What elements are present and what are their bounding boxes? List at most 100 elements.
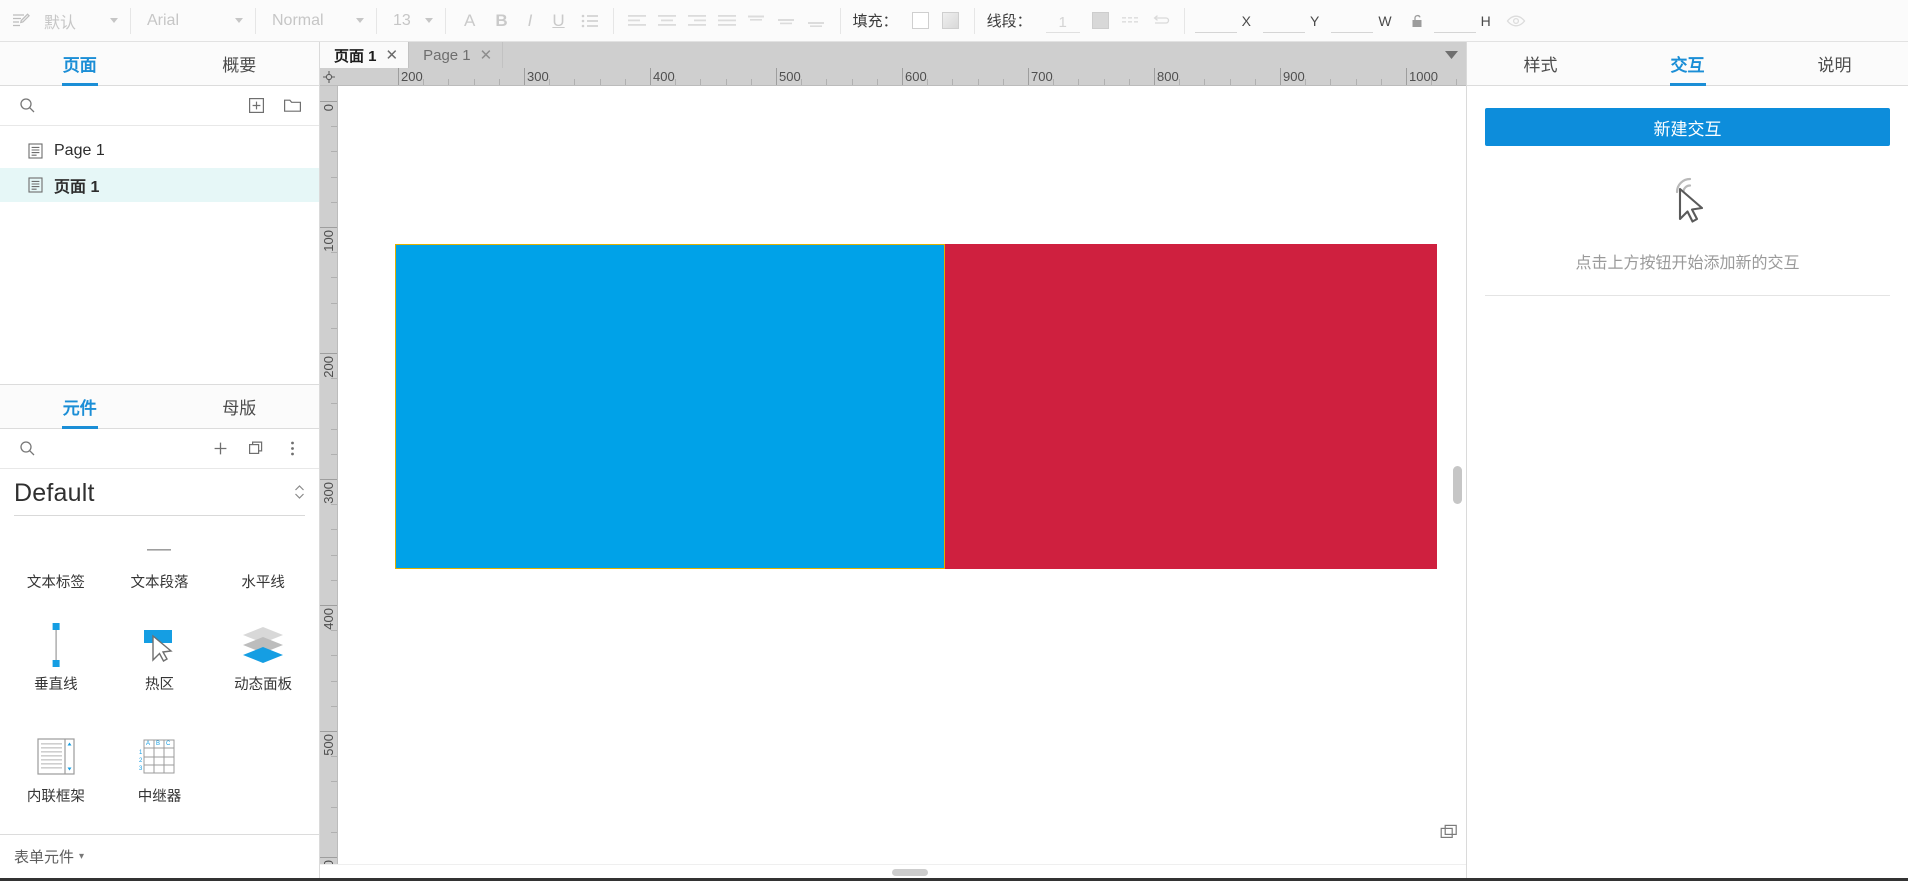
axure-app-window: 默认 Arial Normal 13 A B I U 填充： 线段： 1 X Y…	[0, 0, 1908, 881]
tab-outline[interactable]: 概要	[160, 42, 320, 85]
tab-widgets[interactable]: 元件	[0, 385, 160, 428]
h-property[interactable]: H	[1433, 9, 1501, 33]
h-label: H	[1480, 12, 1491, 29]
tab-interactions[interactable]: 交互	[1614, 42, 1761, 85]
line-width-input[interactable]: 1	[1045, 9, 1080, 33]
widget-vertical-line[interactable]: 垂直线	[4, 611, 108, 707]
widget-repeater[interactable]: ABC 1 2 3 中继器	[108, 723, 212, 819]
font-color-button[interactable]: A	[454, 11, 485, 31]
style-preset-select[interactable]: 默认	[36, 7, 122, 35]
w-property[interactable]: W	[1331, 9, 1401, 33]
w-input[interactable]	[1331, 9, 1374, 33]
close-icon[interactable]: ✕	[386, 46, 399, 64]
blue-rectangle[interactable]	[395, 244, 945, 569]
tab-pages[interactable]: 页面	[0, 42, 160, 85]
tab-style[interactable]: 样式	[1467, 42, 1614, 85]
widget-hotspot[interactable]: 热区	[108, 611, 212, 707]
tab-masters[interactable]: 母版	[160, 385, 320, 428]
doc-tab-label: 页面 1	[334, 47, 377, 65]
ruler-tick-minor	[1456, 79, 1458, 85]
doc-tab-page-1[interactable]: Page 1 ✕	[409, 42, 504, 68]
fill-gradient-swatch[interactable]	[936, 6, 966, 36]
align-left-icon[interactable]	[622, 6, 652, 36]
red-rectangle[interactable]	[945, 244, 1437, 569]
line-label: 线段：	[986, 13, 1032, 30]
align-center-icon[interactable]	[652, 6, 682, 36]
widget-inline-frame[interactable]: 内联框架	[4, 723, 108, 819]
search-icon[interactable]	[14, 93, 40, 119]
bold-button[interactable]: B	[485, 11, 517, 31]
toolbar-divider	[130, 7, 131, 34]
font-family-select[interactable]: Arial	[139, 7, 247, 35]
copy-icon[interactable]	[243, 436, 269, 462]
scrollbar-thumb[interactable]	[892, 869, 928, 876]
widget-horizontal-line[interactable]: 水平线	[211, 522, 315, 594]
tab-notes-label: 说明	[1817, 56, 1852, 75]
add-folder-icon[interactable]	[279, 93, 305, 119]
font-style-select[interactable]: Normal	[264, 7, 368, 35]
h-input[interactable]	[1433, 9, 1476, 33]
design-canvas[interactable]	[338, 86, 1466, 864]
y-property[interactable]: Y	[1263, 9, 1329, 33]
ruler-tick-minor	[1305, 79, 1307, 85]
x-input[interactable]	[1194, 9, 1237, 33]
ruler-tick-minor	[331, 781, 337, 783]
chevron-updown-icon[interactable]	[294, 483, 305, 504]
add-page-icon[interactable]	[243, 93, 269, 119]
doc-tab-yemian-1[interactable]: 页面 1 ✕	[320, 42, 410, 68]
ruler-tick	[320, 227, 337, 228]
fill-color-swatch[interactable]	[906, 6, 936, 36]
line-dash-icon[interactable]	[1116, 6, 1146, 36]
underline-button[interactable]: U	[542, 11, 574, 31]
line-color-swatch[interactable]	[1086, 6, 1116, 36]
italic-button[interactable]: I	[518, 11, 543, 31]
tab-notes[interactable]: 说明	[1761, 42, 1908, 85]
interactions-body: 新建交互 点击上方按钮开始添加新的交互	[1467, 86, 1908, 296]
widget-label: 水平线	[241, 575, 285, 591]
valign-top-icon[interactable]	[742, 6, 772, 36]
widget-dynamic-panel[interactable]: 动态面板	[211, 611, 315, 707]
plus-icon[interactable]	[207, 436, 233, 462]
ruler-tick	[320, 101, 337, 102]
y-label: Y	[1310, 12, 1320, 29]
canvas-vertical-scrollbar[interactable]	[1452, 86, 1464, 864]
y-input[interactable]	[1263, 9, 1306, 33]
bullet-list-icon[interactable]	[575, 6, 605, 36]
ruler-label: 400	[321, 608, 336, 630]
page-item-yemian-1[interactable]: 页面 1	[0, 168, 319, 202]
widget-library-header[interactable]: Default	[0, 469, 319, 515]
lock-open-icon[interactable]	[1402, 6, 1432, 36]
chevron-down-icon[interactable]	[1445, 42, 1458, 68]
valign-bottom-icon[interactable]	[802, 6, 832, 36]
valign-middle-icon[interactable]	[772, 6, 802, 36]
scrollbar-thumb[interactable]	[1453, 466, 1462, 504]
close-icon[interactable]: ✕	[480, 46, 493, 64]
style-brush-icon[interactable]	[6, 6, 36, 36]
widget-text-paragraph[interactable]: 文本段落	[108, 522, 212, 594]
align-right-icon[interactable]	[682, 6, 712, 36]
ruler-tick-minor	[331, 831, 337, 833]
widget-text-label[interactable]: 文本标签	[4, 522, 108, 594]
toolbar-divider	[612, 7, 614, 34]
snapshot-icon[interactable]	[1438, 822, 1460, 844]
more-vertical-icon[interactable]	[279, 436, 305, 462]
ruler-tick-minor	[331, 680, 337, 682]
ruler-tick-minor	[750, 79, 752, 85]
doc-tab-label: Page 1	[423, 46, 471, 64]
font-size-select[interactable]: 13	[385, 7, 437, 35]
align-justify-icon[interactable]	[712, 6, 742, 36]
new-interaction-button[interactable]: 新建交互	[1485, 108, 1890, 146]
page-item-page-1[interactable]: Page 1	[0, 134, 319, 168]
repeater-widget-icon: ABC 1 2 3	[137, 734, 181, 780]
svg-text:B: B	[156, 741, 160, 747]
line-arrow-icon[interactable]	[1146, 6, 1176, 36]
ruler-tick-minor	[1431, 79, 1433, 85]
ruler-origin-icon[interactable]	[320, 68, 338, 85]
x-property[interactable]: X	[1194, 9, 1261, 33]
canvas-horizontal-scrollbar[interactable]	[320, 864, 1466, 878]
search-icon[interactable]	[14, 436, 40, 462]
ruler-tick-minor	[331, 554, 337, 556]
form-widgets-section-toggle[interactable]: 表单元件 ▾	[0, 834, 319, 878]
eye-icon[interactable]	[1501, 6, 1531, 36]
ruler-label: 400	[653, 69, 675, 84]
